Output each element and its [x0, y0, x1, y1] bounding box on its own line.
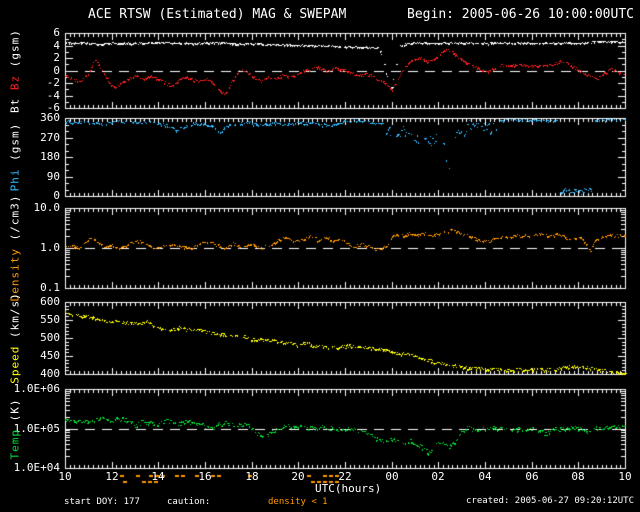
x-tick-label: 02 — [431, 470, 445, 483]
y-axis-label-part: Bt — [8, 89, 22, 113]
x-tick-label: 00 — [385, 470, 399, 483]
plot-title: ACE RTSW (Estimated) MAG & SWEPAM — [88, 7, 347, 22]
y-axis-label-density: Density (/cm3) — [9, 195, 22, 302]
y-axis-label-part: Phi — [8, 160, 22, 192]
footer-start-doy: start DOY: 177 — [64, 497, 140, 507]
y-tick-label: 1.0E+06 — [13, 382, 60, 395]
x-tick-label: 12 — [105, 470, 119, 483]
footer-created-timestamp: created: 2005-06-27 09:20:12UTC — [466, 496, 634, 506]
y-axis-label-part: Bz — [8, 66, 22, 90]
x-tick-label: 10 — [58, 470, 72, 483]
y-axis-label-part: (K) — [8, 398, 22, 421]
x-tick-label: 06 — [525, 470, 539, 483]
x-tick-label: 20 — [291, 470, 305, 483]
y-axis-label-part: (gsm) — [8, 122, 22, 161]
y-axis-label-part: (/cm3) — [8, 194, 22, 241]
footer-caution-label: caution: — [167, 497, 211, 507]
y-axis-label-part: (km/s) — [8, 292, 22, 338]
y-tick-label: 360 — [40, 111, 60, 124]
x-tick-label: 18 — [245, 470, 259, 483]
x-tick-label: 14 — [151, 470, 165, 483]
y-axis-label-speed: Speed (km/s) — [9, 292, 22, 384]
x-axis-label: UTC(hours) — [315, 482, 382, 495]
y-axis-label-part: (gsm) — [8, 28, 22, 67]
ace-rtsw-plot: ACE RTSW (Estimated) MAG & SWEPAM Begin:… — [0, 0, 640, 512]
x-tick-label: 22 — [338, 470, 352, 483]
x-tick-label: 16 — [198, 470, 212, 483]
footer-caution-value: density < 1 — [268, 497, 328, 507]
x-tick-label: 04 — [478, 470, 492, 483]
y-axis-label-bt_bz: Bt Bz (gsm) — [9, 29, 22, 113]
y-axis-label-part: Speed — [8, 338, 22, 384]
y-axis-label-temp: Temp (K) — [9, 398, 22, 459]
y-axis-label-part: Temp — [8, 420, 22, 460]
y-axis-label-phi: Phi (gsm) — [9, 123, 22, 192]
begin-timestamp: Begin: 2005-06-26 10:00:00UTC — [407, 7, 634, 22]
x-tick-label: 10 — [618, 470, 632, 483]
plot-canvas — [0, 0, 640, 512]
x-tick-label: 08 — [571, 470, 585, 483]
